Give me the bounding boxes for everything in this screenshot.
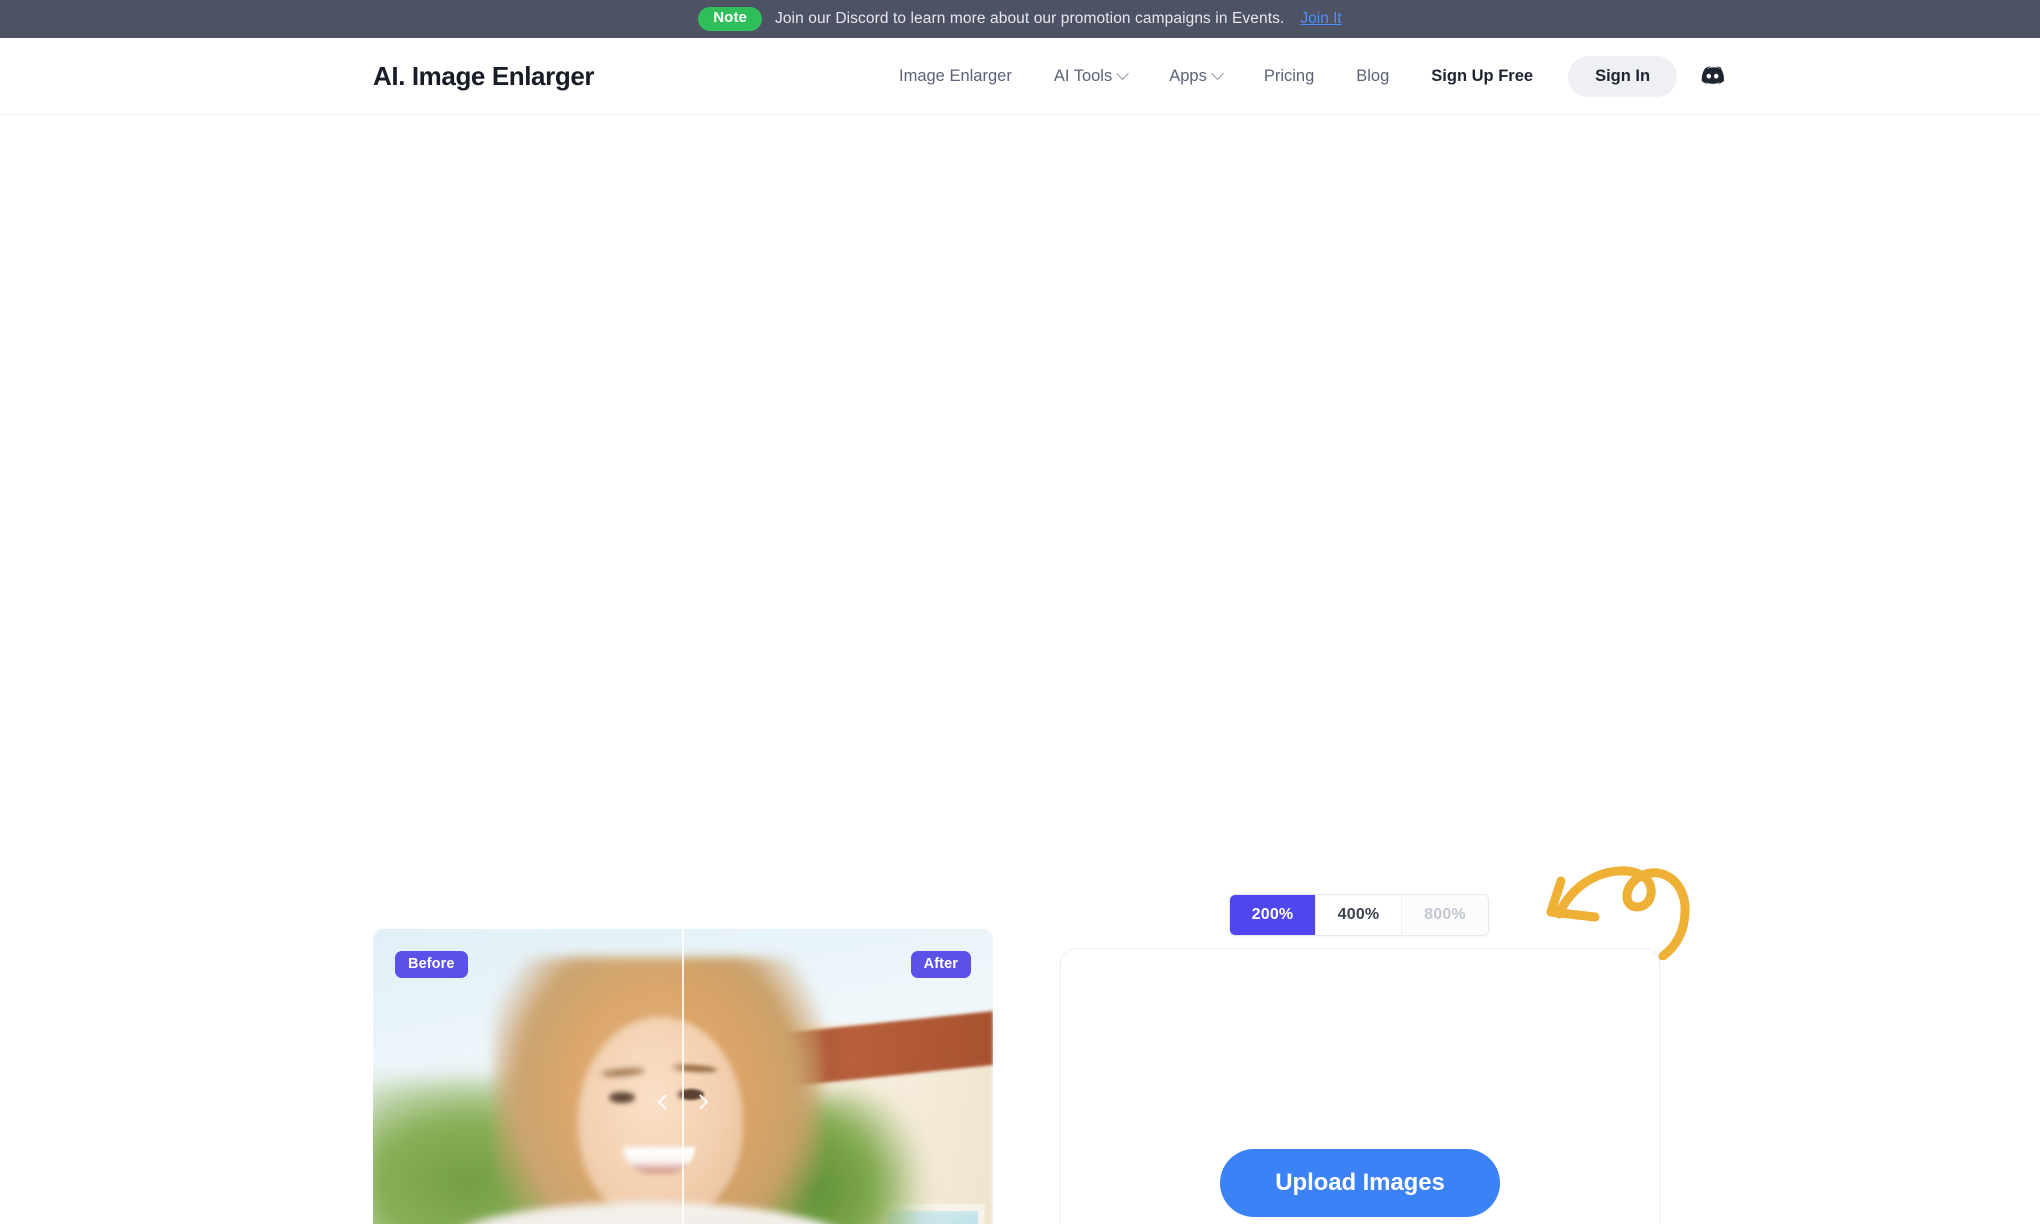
- upload-images-button[interactable]: Upload Images: [1220, 1149, 1500, 1217]
- main-navigation: Image Enlarger AI Tools Apps Pricing Blo…: [878, 55, 1726, 97]
- curved-arrow-left-icon: [1545, 855, 1705, 961]
- upload-dropzone-card[interactable]: Upload Images Drag and drop images JPG o…: [1060, 948, 1660, 1224]
- discord-icon[interactable]: [1699, 63, 1726, 90]
- nav-label: Image Enlarger: [899, 66, 1012, 85]
- nav-item-sign-up-free[interactable]: Sign Up Free: [1410, 67, 1554, 86]
- nav-item-blog[interactable]: Blog: [1335, 67, 1410, 86]
- before-badge: Before: [395, 951, 468, 978]
- nav-item-apps[interactable]: Apps: [1148, 67, 1243, 86]
- comparison-slider-handle[interactable]: [657, 1093, 709, 1110]
- site-header: AI. Image Enlarger Image Enlarger AI Too…: [0, 38, 2040, 115]
- scale-selector: 200% 400% 800%: [1229, 894, 1489, 936]
- chevron-left-icon: [657, 1093, 674, 1110]
- chevron-down-icon: [1116, 66, 1130, 80]
- scale-option-400[interactable]: 400%: [1316, 895, 1402, 935]
- note-badge: Note: [698, 7, 762, 31]
- nav-label: Blog: [1356, 66, 1390, 85]
- nav-item-ai-tools[interactable]: AI Tools: [1033, 67, 1148, 86]
- nav-label: Apps: [1169, 66, 1207, 85]
- scale-option-200[interactable]: 200%: [1230, 895, 1316, 935]
- brand-logo[interactable]: AI. Image Enlarger: [373, 61, 595, 92]
- nav-item-pricing[interactable]: Pricing: [1243, 67, 1335, 86]
- promo-notice-bar: Note Join our Discord to learn more abou…: [0, 0, 2040, 38]
- nav-label: Pricing: [1263, 66, 1315, 85]
- notice-text: Join our Discord to learn more about our…: [774, 10, 1285, 27]
- nav-label: Sign Up Free: [1431, 66, 1534, 85]
- main-stage: Before After Enlarge and Enhance Images …: [0, 115, 2040, 1224]
- before-after-comparison[interactable]: Before After: [373, 929, 993, 1224]
- nav-label: AI Tools: [1053, 66, 1113, 85]
- chevron-right-icon: [692, 1093, 709, 1110]
- sign-in-button[interactable]: Sign In: [1568, 55, 1678, 97]
- join-it-link[interactable]: Join It: [1300, 10, 1341, 28]
- after-badge: After: [910, 951, 971, 978]
- comparison-divider: [682, 929, 684, 1224]
- nav-item-image-enlarger[interactable]: Image Enlarger: [878, 67, 1033, 86]
- chevron-down-icon: [1210, 66, 1224, 80]
- scale-option-800: 800%: [1402, 895, 1488, 935]
